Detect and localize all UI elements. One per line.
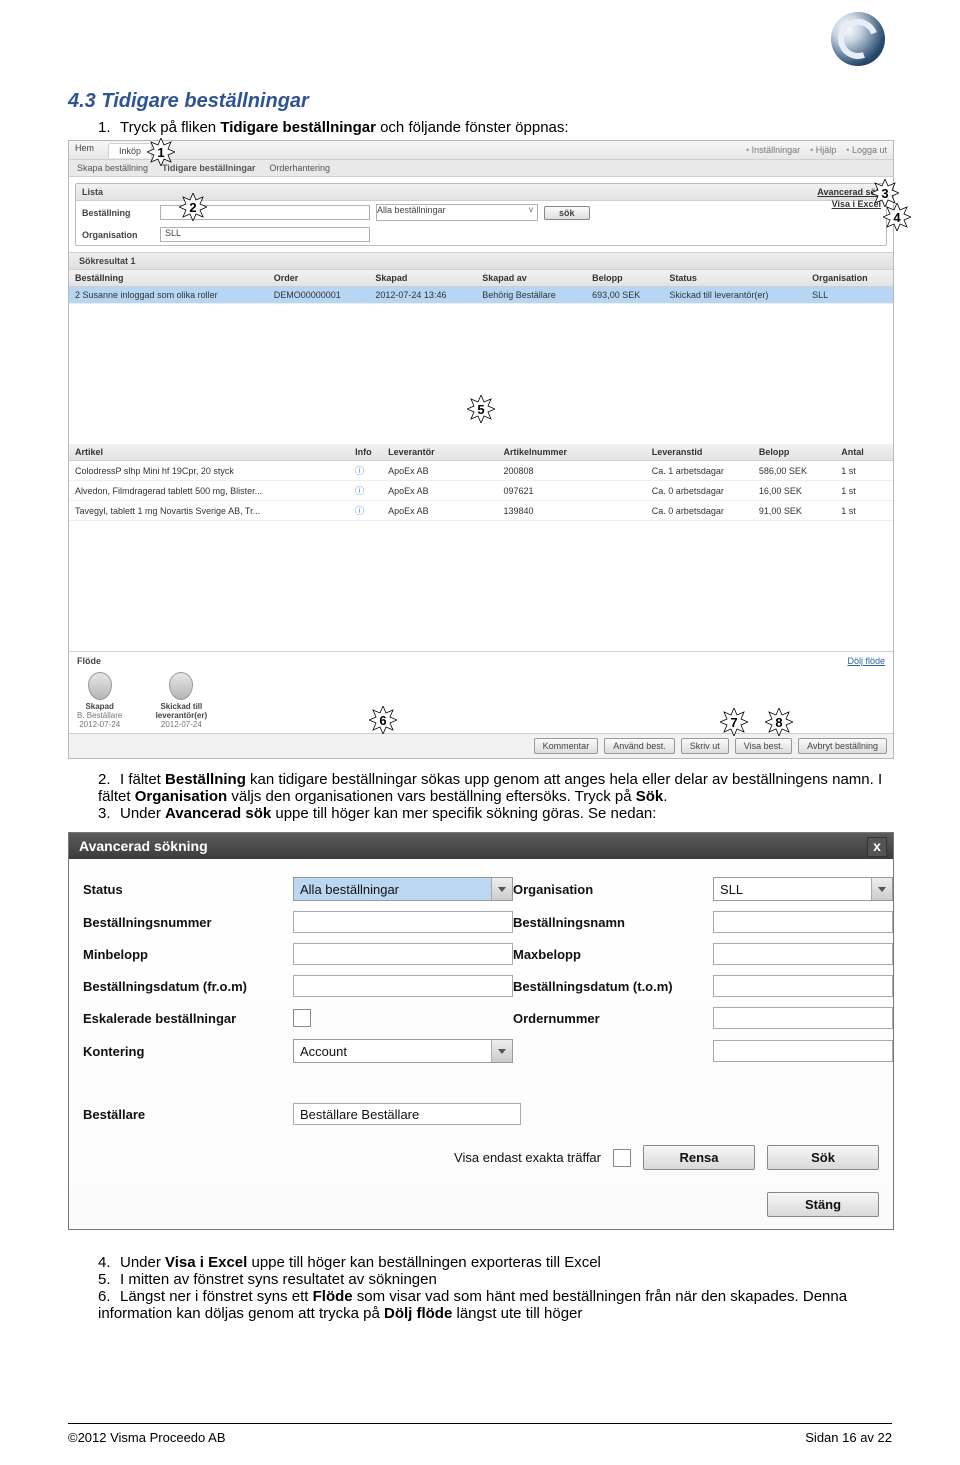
info-icon[interactable]: ⓘ [349,501,382,521]
callout-2: 2 [179,193,207,221]
flow-panel: Flöde Dölj flöde [69,651,893,672]
select-field[interactable]: Account [293,1039,513,1063]
table-row[interactable]: ColodressP slhp Mini hf 19Cpr, 20 styckⓘ… [69,461,893,481]
page-footer: ©2012 Visma Proceedo AB Sidan 16 av 22 [68,1423,892,1445]
field-label: Status [83,882,293,897]
field-label: Beställningsnamn [513,915,713,930]
text-field[interactable] [713,943,893,965]
field-label: Kontering [83,1044,293,1059]
input-bestallare[interactable]: Beställare Beställare [293,1103,521,1125]
filter-label-bestallning: Beställning [82,208,154,218]
button-show-order[interactable]: Visa best. [735,738,792,754]
text-field[interactable] [713,1007,893,1029]
app-screenshot: 1 2 3 4 5 6 7 8 Hem Inköp Inställningar … [68,140,894,759]
callout-8: 8 [765,708,793,736]
step-1: 1.Tryck på fliken Tidigare beställningar… [98,119,892,136]
button-rensa[interactable]: Rensa [643,1145,755,1170]
callout-5: 5 [467,395,495,423]
table-header: Artikel Info Leverantör Artikelnummer Le… [69,444,893,461]
select-field[interactable]: Alla beställningar [293,877,513,901]
field-label: Beställningsnummer [83,915,293,930]
tab-inkop[interactable]: Inköp [108,143,152,158]
button-cancel-order[interactable]: Avbryt beställning [798,738,887,754]
select-field[interactable]: SLL [713,877,893,901]
field-label: Eskalerade beställningar [83,1011,293,1026]
search-button[interactable]: sök [544,206,590,220]
orders-table: BeställningOrderSkapad Skapad avBeloppSt… [69,270,893,304]
breadcrumb: Skapa beställning Tidigare beställningar… [69,160,893,177]
action-bar: Kommentar Använd best. Skriv ut Visa bes… [69,733,893,758]
button-sok[interactable]: Sök [767,1145,879,1170]
info-icon[interactable]: ⓘ [349,461,382,481]
crumb[interactable]: Tidigare beställningar [162,163,255,173]
field-label: Beställningsdatum (fr.o.m) [83,979,293,994]
callout-7: 7 [720,708,748,736]
field-label: Minbelopp [83,947,293,962]
link-logout[interactable]: Logga ut [846,145,887,155]
callout-6: 6 [369,706,397,734]
text-field[interactable] [713,1040,893,1062]
callout-1: 1 [147,138,175,166]
link-settings[interactable]: Inställningar [746,145,800,155]
field-label: Organisation [513,882,713,897]
text-field[interactable] [713,975,893,997]
crumb[interactable]: Skapa beställning [77,163,148,173]
table-row[interactable]: Alvedon, Filmdragerad tablett 500 mg, Bl… [69,481,893,501]
footer-right: Sidan 16 av 22 [805,1430,892,1445]
field-label: Ordernummer [513,1011,713,1026]
field-label: Beställningsdatum (t.o.m) [513,979,713,994]
flow-step: Skickad till leverantör(er) 2012-07-24 [146,672,216,729]
filter-input-org[interactable]: SLL [160,227,370,242]
brand-logo [831,12,885,66]
app-topbar: Hem Inköp Inställningar Hjälp Logga ut [69,141,893,160]
button-print[interactable]: Skriv ut [681,738,729,754]
text-field[interactable] [293,911,513,933]
tab-hem[interactable]: Hem [75,143,94,158]
checkbox-field[interactable] [293,1009,311,1027]
table-header: BeställningOrderSkapad Skapad avBeloppSt… [69,270,893,287]
link-hide-flow[interactable]: Dölj flöde [847,656,885,666]
info-icon[interactable]: ⓘ [349,481,382,501]
callout-4: 4 [883,203,911,231]
close-icon[interactable]: x [867,837,887,857]
flow-step: Skapad B. Beställare 2012-07-24 [77,672,122,729]
articles-table: Artikel Info Leverantör Artikelnummer Le… [69,444,893,521]
button-stang[interactable]: Stäng [767,1192,879,1217]
filter-label-org: Organisation [82,230,154,240]
dialog-advanced-search: Avancerad sökning x StatusAlla beställni… [68,832,894,1230]
footer-left: ©2012 Visma Proceedo AB [68,1430,226,1445]
checkbox-exact[interactable] [613,1149,631,1167]
results-count: Sökresultat 1 [69,252,893,270]
crumb[interactable]: Orderhantering [269,163,330,173]
text-field[interactable] [713,911,893,933]
drop-icon [169,672,193,700]
step-2: 2.I fältet Beställning kan tidigare best… [98,771,892,805]
step-5: 5.I mitten av fönstret syns resultatet a… [98,1271,892,1288]
table-row[interactable]: 2 Susanne inloggad som olika rollerDEMO0… [69,287,893,304]
text-field[interactable] [293,943,513,965]
flow-title: Flöde [77,656,101,666]
section-heading: 4.3 Tidigare beställningar [68,90,892,113]
label-bestallare: Beställare [83,1107,293,1122]
table-row[interactable]: Tavegyl, tablett 1 mg Novartis Sverige A… [69,501,893,521]
link-help[interactable]: Hjälp [810,145,836,155]
dialog-title: Avancerad sökning x [69,833,893,859]
filter-select-type[interactable]: Alla beställningar [376,204,538,221]
step-3: 3.Under Avancerad sök uppe till höger ka… [98,805,892,822]
button-comment[interactable]: Kommentar [534,738,599,754]
label-exact: Visa endast exakta träffar [454,1150,601,1165]
button-use-order[interactable]: Använd best. [604,738,675,754]
field-label: Maxbelopp [513,947,713,962]
step-6: 6.Längst ner i fönstret syns ett Flöde s… [98,1288,892,1322]
step-4: 4.Under Visa i Excel uppe till höger kan… [98,1254,892,1271]
drop-icon [88,672,112,700]
text-field[interactable] [293,975,513,997]
